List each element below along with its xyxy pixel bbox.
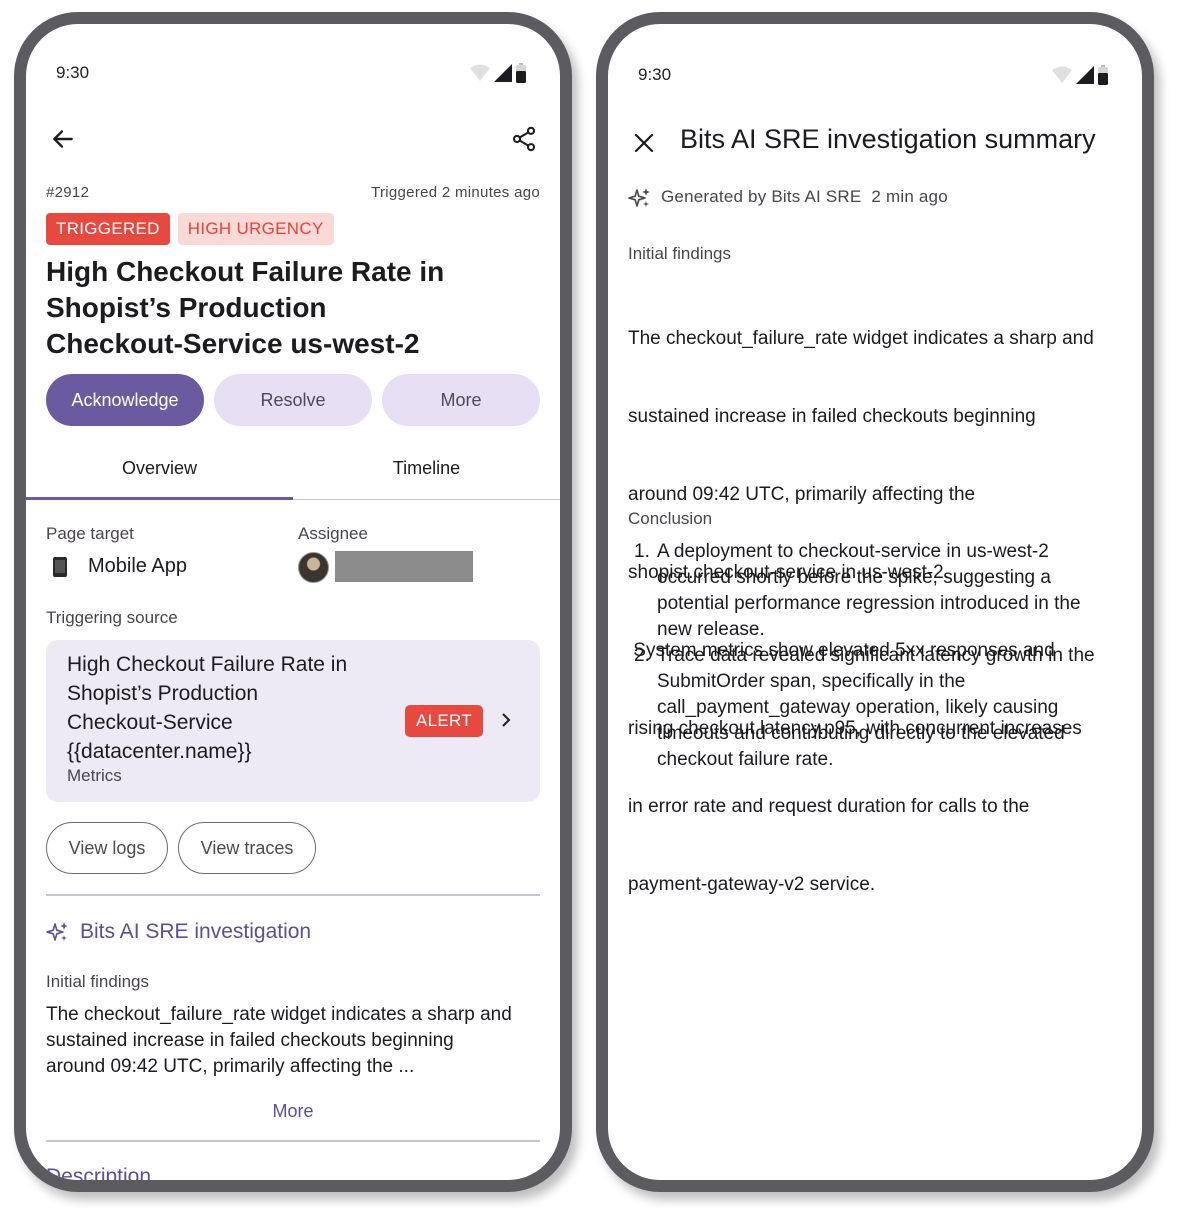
- list-line: new release.: [657, 619, 765, 640]
- list-item: 2. Trace data revealed significant laten…: [628, 643, 1140, 773]
- section-divider: [46, 1140, 540, 1142]
- triggering-source-label: Triggering source: [46, 608, 178, 627]
- list-number: 1.: [634, 541, 650, 562]
- description-label: Description: [46, 1165, 152, 1180]
- list-line: checkout failure rate.: [657, 749, 834, 770]
- findings-line: The checkout_failure_rate widget indicat…: [628, 328, 1094, 349]
- assignee-name-redacted: [335, 551, 473, 582]
- title-line: Shopist’s Production: [46, 292, 327, 323]
- wifi-icon: [1052, 66, 1072, 83]
- battery-icon: [516, 63, 526, 83]
- findings-line: sustained increase in failed checkouts b…: [628, 406, 1036, 427]
- alert-badge: ALERT: [405, 705, 483, 737]
- source-title: High Checkout Failure Rate in Shopist’s …: [67, 650, 347, 766]
- status-icons: [470, 63, 526, 83]
- sparkle-icon: [628, 188, 650, 207]
- list-line: SubmitOrder span, specifically in the: [657, 671, 966, 692]
- page-target-value: Mobile App: [88, 555, 187, 577]
- view-logs-button[interactable]: View logs: [46, 822, 168, 874]
- tab-overview[interactable]: Overview: [26, 458, 293, 479]
- generated-info: Generated by Bits AI SRE 2 min ago: [661, 187, 948, 207]
- conclusion-label: Conclusion: [628, 509, 713, 528]
- list-line: call_payment_gateway operation, likely c…: [657, 697, 1059, 718]
- triggered-time: Triggered 2 minutes ago: [371, 184, 540, 201]
- initial-findings-label: Initial findings: [628, 244, 732, 263]
- findings-line: around 09:42 UTC, primarily affecting th…: [628, 484, 976, 505]
- battery-icon: [1098, 65, 1108, 85]
- page-title: High Checkout Failure Rate in Shopist’s …: [46, 254, 546, 362]
- title-line: High Checkout Failure Rate in: [46, 256, 445, 287]
- initial-findings-text: The checkout_failure_rate widget indicat…: [46, 1002, 546, 1080]
- conclusion-list: 1. A deployment to checkout-service in u…: [628, 539, 1140, 773]
- findings-line: sustained increase in failed checkouts b…: [46, 1030, 454, 1051]
- generated-by: Generated by Bits AI SRE: [661, 187, 862, 206]
- findings-line: in error rate and request duration for c…: [628, 796, 1030, 817]
- status-chips: TRIGGERED HIGH URGENCY: [46, 213, 334, 245]
- investigation-summary-screen: 9:30 Bits AI SRE investigation summary G…: [608, 24, 1142, 1180]
- phone-device-icon: [52, 556, 68, 583]
- triggering-source-card[interactable]: High Checkout Failure Rate in Shopist’s …: [46, 640, 540, 802]
- urgency-badge: HIGH URGENCY: [177, 213, 334, 245]
- list-line: A deployment to checkout-service in us-w…: [657, 541, 1049, 562]
- resolve-button[interactable]: Resolve: [214, 374, 372, 426]
- list-number: 2.: [634, 645, 650, 666]
- assignee-label: Assignee: [298, 524, 368, 543]
- sparkle-icon: [46, 922, 68, 941]
- list-line: occurred shortly before the spike, sugge…: [657, 567, 1051, 588]
- source-title-line: Checkout-Service: [67, 711, 233, 734]
- more-actions-button[interactable]: More: [382, 374, 540, 426]
- more-link[interactable]: More: [26, 1101, 560, 1122]
- view-traces-button[interactable]: View traces: [178, 822, 316, 874]
- arrow-back-icon[interactable]: [50, 126, 76, 152]
- section-divider: [46, 894, 540, 896]
- bits-ai-title[interactable]: Bits AI SRE investigation: [80, 920, 311, 944]
- status-time: 9:30: [56, 63, 90, 82]
- source-title-line: High Checkout Failure Rate in: [67, 653, 348, 676]
- generated-time: 2 min ago: [871, 187, 948, 206]
- status-time: 9:30: [638, 65, 672, 84]
- list-item-text: A deployment to checkout-service in us-w…: [657, 539, 1081, 643]
- wifi-icon: [470, 64, 490, 81]
- findings-line: The checkout_failure_rate widget indicat…: [46, 1004, 512, 1025]
- page-title: Bits AI SRE investigation summary: [680, 124, 1096, 154]
- initial-findings-label: Initial findings: [46, 972, 150, 991]
- findings-line: payment-gateway-v2 service.: [628, 874, 876, 895]
- tab-indicator: [26, 497, 293, 500]
- title-line: Checkout-Service us-west-2: [46, 328, 420, 359]
- list-item-text: Trace data revealed significant latency …: [657, 643, 1095, 773]
- acknowledge-button[interactable]: Acknowledge: [46, 374, 204, 426]
- list-line: Trace data revealed significant latency …: [657, 645, 1095, 666]
- source-subtitle: Metrics: [67, 766, 122, 785]
- signal-icon: [494, 64, 512, 82]
- list-item: 1. A deployment to checkout-service in u…: [628, 539, 1140, 643]
- tab-timeline[interactable]: Timeline: [293, 458, 560, 479]
- status-badge: TRIGGERED: [46, 213, 170, 245]
- phone-left: 9:30 #2912 Triggered 2 minutes ago TRIGG…: [14, 12, 572, 1192]
- source-title-line: Shopist’s Production: [67, 682, 259, 705]
- list-line: potential performance regression introdu…: [657, 593, 1081, 614]
- findings-line: around 09:42 UTC, primarily affecting th…: [46, 1056, 415, 1077]
- signal-icon: [1076, 66, 1094, 84]
- avatar[interactable]: [298, 552, 329, 583]
- incident-detail-screen: 9:30 #2912 Triggered 2 minutes ago TRIGG…: [26, 24, 560, 1180]
- chevron-right-icon: [502, 713, 511, 727]
- close-icon[interactable]: [632, 131, 656, 155]
- source-title-line: {{datacenter.name}}: [67, 740, 252, 763]
- status-icons: [1052, 65, 1108, 85]
- phone-right: 9:30 Bits AI SRE investigation summary G…: [596, 12, 1154, 1192]
- page-target-label: Page target: [46, 524, 134, 543]
- share-icon[interactable]: [510, 125, 538, 153]
- incident-id: #2912: [46, 184, 90, 201]
- list-line: timeouts and contributing directly to th…: [657, 723, 1065, 744]
